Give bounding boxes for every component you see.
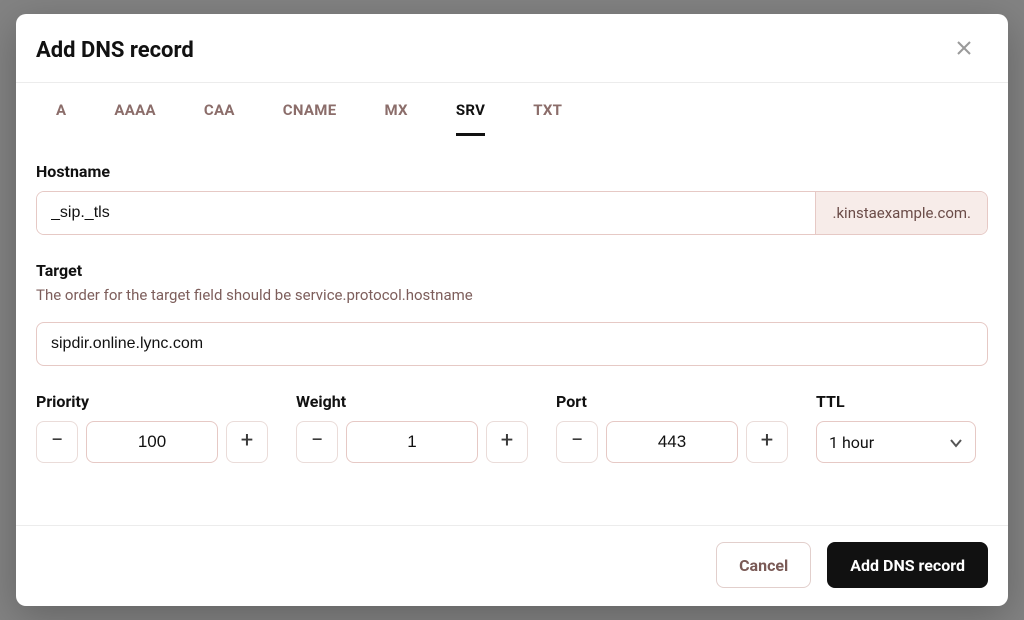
record-type-tabs: A AAAA CAA CNAME MX SRV TXT [36, 83, 988, 136]
modal-header: Add DNS record [16, 14, 1008, 83]
port-increment[interactable]: + [746, 421, 788, 463]
priority-input[interactable] [86, 421, 218, 463]
port-input[interactable] [606, 421, 738, 463]
cancel-button[interactable]: Cancel [716, 542, 811, 588]
minus-icon: − [51, 430, 64, 452]
submit-button-label: Add DNS record [850, 556, 965, 575]
port-decrement[interactable]: − [556, 421, 598, 463]
ttl-label: TTL [816, 392, 988, 411]
submit-button[interactable]: Add DNS record [827, 542, 988, 588]
close-button[interactable] [950, 36, 978, 64]
priority-decrement[interactable]: − [36, 421, 78, 463]
add-dns-record-modal: Add DNS record A AAAA CAA CNAME MX SRV T… [16, 14, 1008, 606]
tab-txt[interactable]: TXT [533, 101, 562, 136]
hostname-field: Hostname .kinstaexample.com. [36, 162, 988, 235]
hostname-input-row: .kinstaexample.com. [36, 191, 988, 235]
ttl-value: 1 hour [829, 433, 874, 452]
hostname-input[interactable] [37, 192, 815, 234]
target-field: Target The order for the target field sh… [36, 261, 988, 366]
close-icon [956, 40, 972, 60]
tab-srv[interactable]: SRV [456, 101, 485, 136]
modal-backdrop: Add DNS record A AAAA CAA CNAME MX SRV T… [0, 0, 1024, 620]
tab-cname[interactable]: CNAME [283, 101, 337, 136]
priority-label: Priority [36, 392, 268, 411]
port-stepper: − + [556, 421, 788, 463]
tab-mx[interactable]: MX [384, 101, 407, 136]
plus-icon: + [761, 430, 773, 452]
cancel-button-label: Cancel [739, 556, 788, 575]
hostname-suffix: .kinstaexample.com. [815, 192, 987, 234]
weight-increment[interactable]: + [486, 421, 528, 463]
weight-field: Weight − + [296, 392, 528, 463]
weight-label: Weight [296, 392, 528, 411]
plus-icon: + [241, 430, 253, 452]
minus-icon: − [311, 430, 324, 452]
priority-increment[interactable]: + [226, 421, 268, 463]
port-field: Port − + [556, 392, 788, 463]
modal-footer: Cancel Add DNS record [16, 526, 1008, 606]
modal-body: A AAAA CAA CNAME MX SRV TXT Hostname .ki… [16, 83, 1008, 526]
target-input[interactable] [36, 322, 988, 366]
weight-stepper: − + [296, 421, 528, 463]
weight-decrement[interactable]: − [296, 421, 338, 463]
hostname-label: Hostname [36, 162, 988, 181]
minus-icon: − [571, 430, 584, 452]
target-hint: The order for the target field should be… [36, 286, 988, 304]
target-label: Target [36, 261, 988, 280]
numeric-fields-row: Priority − + Weight [36, 392, 988, 463]
tab-caa[interactable]: CAA [204, 101, 235, 136]
tab-a[interactable]: A [56, 101, 66, 136]
modal-title: Add DNS record [36, 38, 194, 63]
chevron-down-icon [949, 435, 963, 449]
priority-stepper: − + [36, 421, 268, 463]
plus-icon: + [501, 430, 513, 452]
priority-field: Priority − + [36, 392, 268, 463]
weight-input[interactable] [346, 421, 478, 463]
port-label: Port [556, 392, 788, 411]
ttl-select[interactable]: 1 hour [816, 421, 976, 463]
tab-aaaa[interactable]: AAAA [114, 101, 156, 136]
ttl-field: TTL 1 hour [816, 392, 988, 463]
